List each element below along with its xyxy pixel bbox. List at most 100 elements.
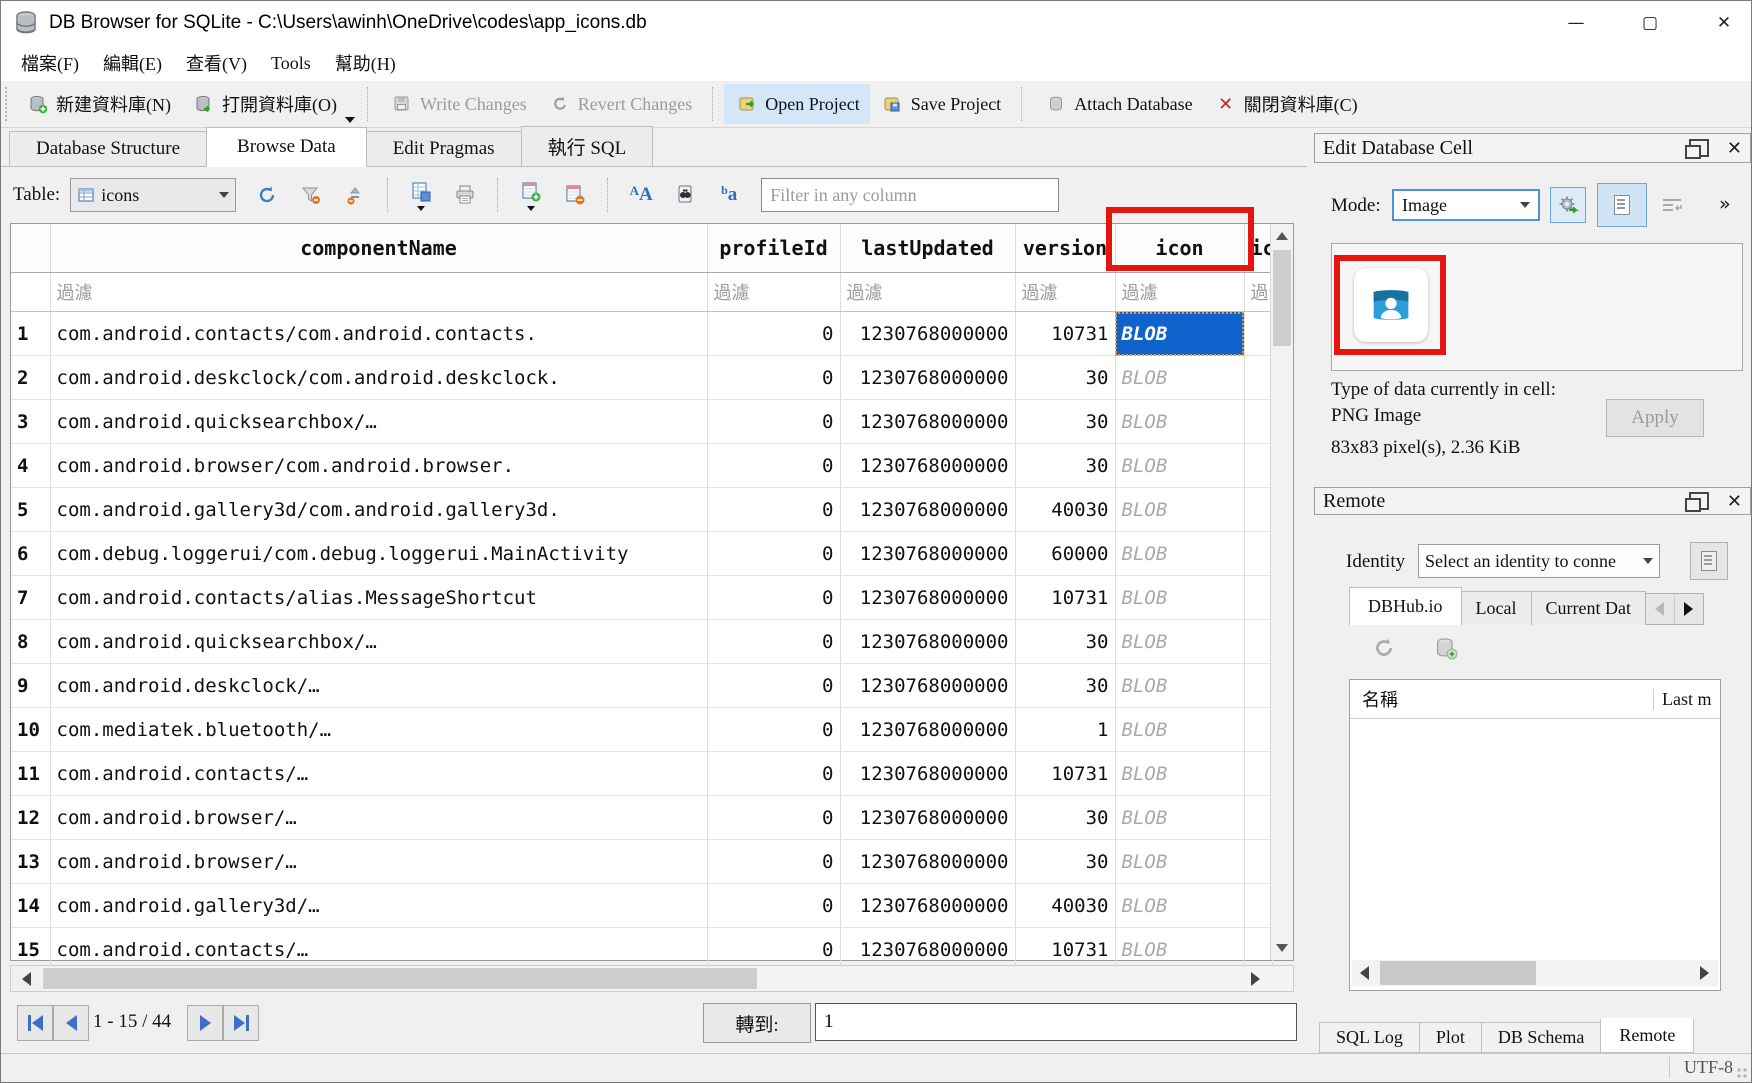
tab-scroll-right-button[interactable] [1675,594,1703,624]
clipped-cell[interactable] [1244,576,1272,620]
scroll-up-icon[interactable] [1276,232,1288,240]
menu-edit[interactable]: 編輯(E) [93,48,172,78]
last-updated-cell[interactable]: 1230768000000 [840,664,1015,708]
version-cell[interactable]: 30 [1015,664,1115,708]
clipped-cell[interactable] [1244,664,1272,708]
menu-file[interactable]: 檔案(F) [11,48,89,78]
filter-cell[interactable]: 過濾 [50,273,707,312]
component-name-cell[interactable]: com.android.browser/… [50,840,707,884]
close-button[interactable]: ✕ [1695,1,1752,45]
tab-execute-sql[interactable]: 執行 SQL [521,126,654,166]
component-name-cell[interactable]: com.android.gallery3d/com.android.galler… [50,488,707,532]
profile-id-cell[interactable]: 0 [707,488,840,532]
filter-cell[interactable]: 過濾 [707,273,840,312]
component-name-cell[interactable]: com.android.browser/com.android.browser. [50,444,707,488]
blob-cell[interactable]: BLOB [1115,620,1244,664]
last-updated-cell[interactable]: 1230768000000 [840,752,1015,796]
filter-cell[interactable]: 過濾 [1115,273,1244,312]
identity-push-button[interactable] [1690,542,1728,580]
dock-tab-plot[interactable]: Plot [1419,1022,1482,1053]
open-project-button[interactable]: Open Project [724,84,869,124]
profile-id-cell[interactable]: 0 [707,312,840,356]
profile-id-cell[interactable]: 0 [707,576,840,620]
column-header[interactable]: componentName [50,224,707,273]
scroll-down-icon[interactable] [1276,944,1288,952]
clear-filter-button[interactable] [298,182,324,208]
last-updated-cell[interactable]: 1230768000000 [840,708,1015,752]
word-wrap-icon[interactable] [1659,195,1685,217]
remote-tab-dbhub[interactable]: DBHub.io [1349,587,1462,625]
save-results-dropdown-icon[interactable] [417,206,425,211]
blob-cell[interactable]: BLOB [1115,664,1244,708]
delete-record-button[interactable] [562,182,588,208]
new-database-button[interactable]: 新建資料庫(N) [15,84,181,124]
clipped-cell[interactable] [1244,444,1272,488]
blob-cell[interactable]: BLOB [1115,884,1244,928]
last-updated-cell[interactable]: 1230768000000 [840,840,1015,884]
refresh-button[interactable] [254,182,280,208]
last-updated-cell[interactable]: 1230768000000 [840,884,1015,928]
blob-cell[interactable]: BLOB [1115,488,1244,532]
profile-id-cell[interactable]: 0 [707,708,840,752]
scroll-left-button[interactable] [11,966,41,991]
menu-help[interactable]: 幫助(H) [325,48,406,78]
prev-page-button[interactable] [53,1005,89,1041]
overflow-chevron-icon[interactable]: » [1719,193,1729,215]
version-cell[interactable]: 40030 [1015,488,1115,532]
last-page-button[interactable] [223,1005,259,1041]
remote-scrollbar-thumb[interactable] [1380,961,1536,985]
version-cell[interactable]: 30 [1015,356,1115,400]
vertical-scrollbar-thumb[interactable] [1273,250,1291,346]
clipped-cell[interactable] [1244,884,1272,928]
tab-edit-pragmas[interactable]: Edit Pragmas [366,131,522,166]
component-name-cell[interactable]: com.android.contacts/com.android.contact… [50,312,707,356]
blob-cell[interactable]: BLOB [1115,796,1244,840]
last-updated-cell[interactable]: 1230768000000 [840,532,1015,576]
column-header[interactable]: version [1015,224,1115,273]
last-updated-cell[interactable]: 1230768000000 [840,444,1015,488]
blob-cell[interactable]: BLOB [1115,312,1244,356]
open-database-button[interactable]: 打開資料庫(O) [181,84,347,124]
last-modified-column-header[interactable]: Last m [1653,689,1720,710]
blob-cell[interactable]: BLOB [1115,840,1244,884]
component-name-cell[interactable]: com.android.quicksearchbox/… [50,400,707,444]
version-cell[interactable]: 30 [1015,840,1115,884]
tab-browse-data[interactable]: Browse Data [206,127,367,167]
clipped-cell[interactable] [1244,312,1272,356]
blob-cell[interactable]: BLOB [1115,752,1244,796]
clipped-cell[interactable] [1244,796,1272,840]
component-name-cell[interactable]: com.android.gallery3d/… [50,884,707,928]
profile-id-cell[interactable]: 0 [707,884,840,928]
goto-input[interactable] [815,1003,1297,1041]
insert-record-button[interactable] [518,179,544,211]
first-page-button[interactable] [17,1005,53,1041]
vertical-scrollbar[interactable] [1270,224,1293,960]
profile-id-cell[interactable]: 0 [707,840,840,884]
version-cell[interactable]: 1 [1015,708,1115,752]
clipped-cell[interactable] [1244,532,1272,576]
last-updated-cell[interactable]: 1230768000000 [840,488,1015,532]
version-cell[interactable]: 30 [1015,620,1115,664]
identity-select[interactable]: Select an identity to conne [1418,544,1660,578]
component-name-cell[interactable]: com.android.contacts/… [50,752,707,796]
insert-record-dropdown-icon[interactable] [527,206,535,211]
clipped-cell[interactable] [1244,488,1272,532]
filter-cell[interactable]: 過濾 [1015,273,1115,312]
clipped-cell[interactable] [1244,708,1272,752]
maximize-button[interactable]: ▢ [1621,1,1679,45]
version-cell[interactable]: 30 [1015,400,1115,444]
version-cell[interactable]: 40030 [1015,884,1115,928]
filter-cell[interactable]: 過濾 [1244,273,1272,312]
component-name-cell[interactable]: com.debug.loggerui/com.debug.loggerui.Ma… [50,532,707,576]
horizontal-scrollbar-thumb[interactable] [43,968,757,989]
last-updated-cell[interactable]: 1230768000000 [840,312,1015,356]
close-panel-icon[interactable]: ✕ [1727,491,1742,512]
dock-tab-sql-log[interactable]: SQL Log [1319,1022,1420,1053]
revert-changes-button[interactable]: Revert Changes [537,84,702,124]
small-font-button[interactable]: ba [716,182,742,208]
save-results-button[interactable] [408,179,434,211]
clear-sort-button[interactable] [342,182,368,208]
profile-id-cell[interactable]: 0 [707,444,840,488]
version-cell[interactable]: 60000 [1015,532,1115,576]
close-database-button[interactable]: ✕ 關閉資料庫(C) [1203,84,1368,124]
